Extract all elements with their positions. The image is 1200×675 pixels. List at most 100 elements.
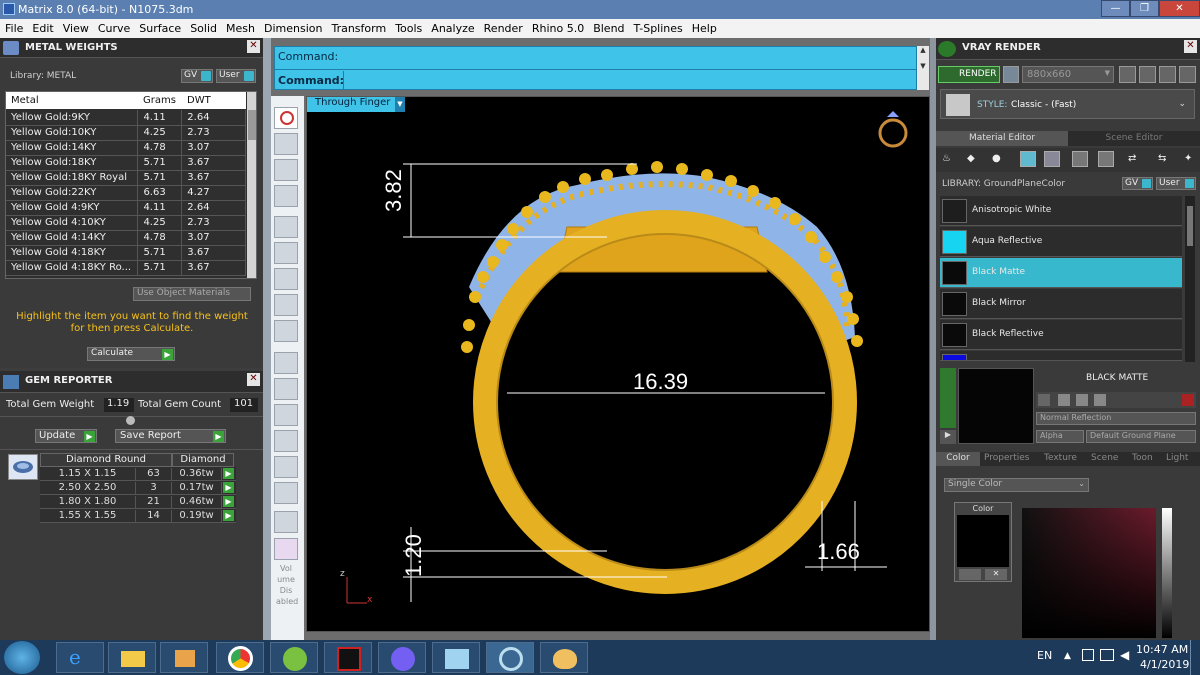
media-player-icon[interactable] — [160, 642, 208, 673]
close-icon[interactable]: ✕ — [247, 40, 260, 53]
ground-plane-select[interactable]: Default Ground Plane — [1086, 430, 1196, 443]
play-icon[interactable]: ▶ — [223, 468, 234, 479]
cube-front-icon[interactable] — [274, 268, 298, 290]
sphere-icon[interactable]: ● — [992, 153, 1001, 164]
tab-texture[interactable]: Texture — [1044, 453, 1077, 463]
list-view-icon[interactable] — [1159, 66, 1176, 83]
use-object-materials-button[interactable]: Use Object Materials — [133, 287, 251, 301]
game-icon[interactable] — [324, 642, 372, 673]
cube-side-icon[interactable] — [274, 294, 298, 316]
ie-icon[interactable]: e — [56, 642, 104, 673]
pan-icon[interactable] — [274, 456, 298, 478]
table-row[interactable]: 2.50 X 2.50 3 0.17tw ▶ — [40, 481, 236, 495]
menu-tsplines[interactable]: T-Splines — [634, 22, 683, 35]
table-row[interactable]: Yellow Gold:10KY 4.25 2.73 — [6, 125, 246, 141]
menu-edit[interactable]: Edit — [32, 22, 53, 35]
action-center-icon[interactable] — [1082, 649, 1094, 661]
action-icon[interactable] — [1058, 394, 1070, 406]
grid-view-icon[interactable] — [1139, 66, 1156, 83]
material-square-icon[interactable] — [1020, 151, 1036, 167]
app-icon[interactable] — [270, 642, 318, 673]
table-row[interactable]: Yellow Gold 4:9KY 4.11 2.64 — [6, 200, 246, 216]
globe-icon[interactable] — [274, 159, 298, 181]
pencil-icon[interactable] — [274, 378, 298, 400]
menu-mesh[interactable]: Mesh — [226, 22, 255, 35]
menu-view[interactable]: View — [63, 22, 89, 35]
color-picker-field[interactable] — [1022, 508, 1156, 638]
scroll-thumb[interactable] — [1187, 206, 1193, 246]
resolution-select[interactable]: 880x660 ▼ — [1022, 66, 1114, 83]
alpha-field[interactable]: Alpha — [1036, 430, 1084, 443]
clock-time[interactable]: 10:47 AM — [1136, 643, 1188, 656]
delete-icon[interactable] — [1182, 394, 1194, 406]
table-row[interactable]: 1.80 X 1.80 21 0.46tw ▶ — [40, 495, 236, 509]
record-icon[interactable] — [274, 107, 298, 129]
tab-toon[interactable]: Toon — [1132, 453, 1153, 463]
viewport[interactable]: Through Finger ▼ 3.82 16.39 1.20 1.66 z … — [306, 96, 930, 632]
close-icon[interactable]: ✕ — [985, 569, 1007, 580]
minimize-button[interactable]: — — [1101, 0, 1130, 17]
play-icon[interactable]: ▶ — [223, 482, 234, 493]
close-icon[interactable]: ✕ — [1184, 40, 1197, 53]
menu-rhino[interactable]: Rhino 5.0 — [532, 22, 584, 35]
user-toggle[interactable]: User — [1156, 177, 1196, 190]
menu-help[interactable]: Help — [692, 22, 717, 35]
nodes-icon[interactable] — [274, 185, 298, 207]
scroll-thumb[interactable] — [248, 110, 256, 140]
tab-material-editor[interactable]: Material Editor — [936, 131, 1068, 146]
arrow-up-icon[interactable] — [274, 511, 298, 533]
table-row[interactable]: 1.15 X 1.15 63 0.36tw ▶ — [40, 467, 236, 481]
measure-off-icon[interactable] — [274, 404, 298, 426]
menu-surface[interactable]: Surface — [139, 22, 181, 35]
table-row[interactable]: Yellow Gold 4:18KY 5.71 3.67 — [6, 245, 246, 261]
palette-icon[interactable] — [959, 569, 981, 580]
style-selector[interactable]: STYLE: Classic - (Fast) ⌄ — [940, 89, 1195, 119]
color-mode-select[interactable]: Single Color ⌄ — [944, 478, 1089, 492]
close-icon[interactable]: ✕ — [247, 373, 260, 386]
metal-scrollbar[interactable] — [247, 92, 256, 278]
show-desktop-button[interactable] — [1190, 640, 1200, 675]
paint-icon[interactable] — [540, 642, 588, 673]
import-icon[interactable]: ⇄ — [1128, 153, 1136, 164]
table-row[interactable]: 1.55 X 1.55 14 0.19tw ▶ — [40, 509, 236, 523]
menu-solid[interactable]: Solid — [190, 22, 217, 35]
pattern-icon[interactable] — [1098, 151, 1114, 167]
table-row[interactable]: Yellow Gold 4:10KY 4.25 2.73 — [6, 215, 246, 231]
table-row[interactable]: Yellow Gold:18KY 5.71 3.67 — [6, 155, 246, 171]
tab-light[interactable]: Light — [1166, 453, 1188, 463]
tab-color[interactable]: Color — [936, 452, 980, 466]
menu-dimension[interactable]: Dimension — [264, 22, 322, 35]
save-report-button[interactable]: Save Report ▶ — [115, 429, 226, 443]
tab-properties[interactable]: Properties — [984, 453, 1029, 463]
cross-icon[interactable] — [274, 216, 298, 238]
expand-right-button[interactable]: ▶ — [940, 430, 956, 444]
action-icon[interactable] — [1076, 394, 1088, 406]
menu-analyze[interactable]: Analyze — [431, 22, 474, 35]
texture-icon[interactable] — [1044, 151, 1060, 167]
pointer-icon[interactable] — [274, 133, 298, 155]
update-button[interactable]: Update ▶ — [35, 429, 97, 443]
render-settings-icon[interactable] — [1003, 66, 1019, 83]
command-input[interactable] — [343, 71, 918, 89]
material-item[interactable]: Anisotropic White — [940, 196, 1182, 226]
material-scrollbar[interactable] — [1185, 196, 1195, 362]
cube-top-icon[interactable] — [274, 320, 298, 342]
material-item[interactable]: Aqua Reflective — [940, 227, 1182, 257]
tab-scene[interactable]: Scene — [1091, 453, 1118, 463]
reflection-select[interactable]: Normal Reflection — [1036, 412, 1196, 425]
measure-r-icon[interactable] — [274, 430, 298, 452]
tray-expand-icon[interactable]: ▲ — [1064, 651, 1071, 661]
chrome-icon[interactable] — [216, 642, 264, 673]
table-row[interactable]: Yellow Gold:14KY 4.78 3.07 — [6, 140, 246, 156]
language-indicator[interactable]: EN — [1037, 649, 1052, 662]
clock-date[interactable]: 4/1/2019 — [1140, 658, 1189, 671]
menu-blend[interactable]: Blend — [593, 22, 624, 35]
menu-file[interactable]: File — [5, 22, 23, 35]
calculate-button[interactable]: Calculate ▶ — [87, 347, 175, 361]
user-toggle[interactable]: User — [216, 69, 256, 83]
menu-curve[interactable]: Curve — [98, 22, 130, 35]
rewind-icon[interactable] — [1119, 66, 1136, 83]
menu-tools[interactable]: Tools — [395, 22, 422, 35]
volume-icon[interactable]: ◀ — [1120, 648, 1129, 662]
puzzle-icon[interactable] — [274, 538, 298, 560]
